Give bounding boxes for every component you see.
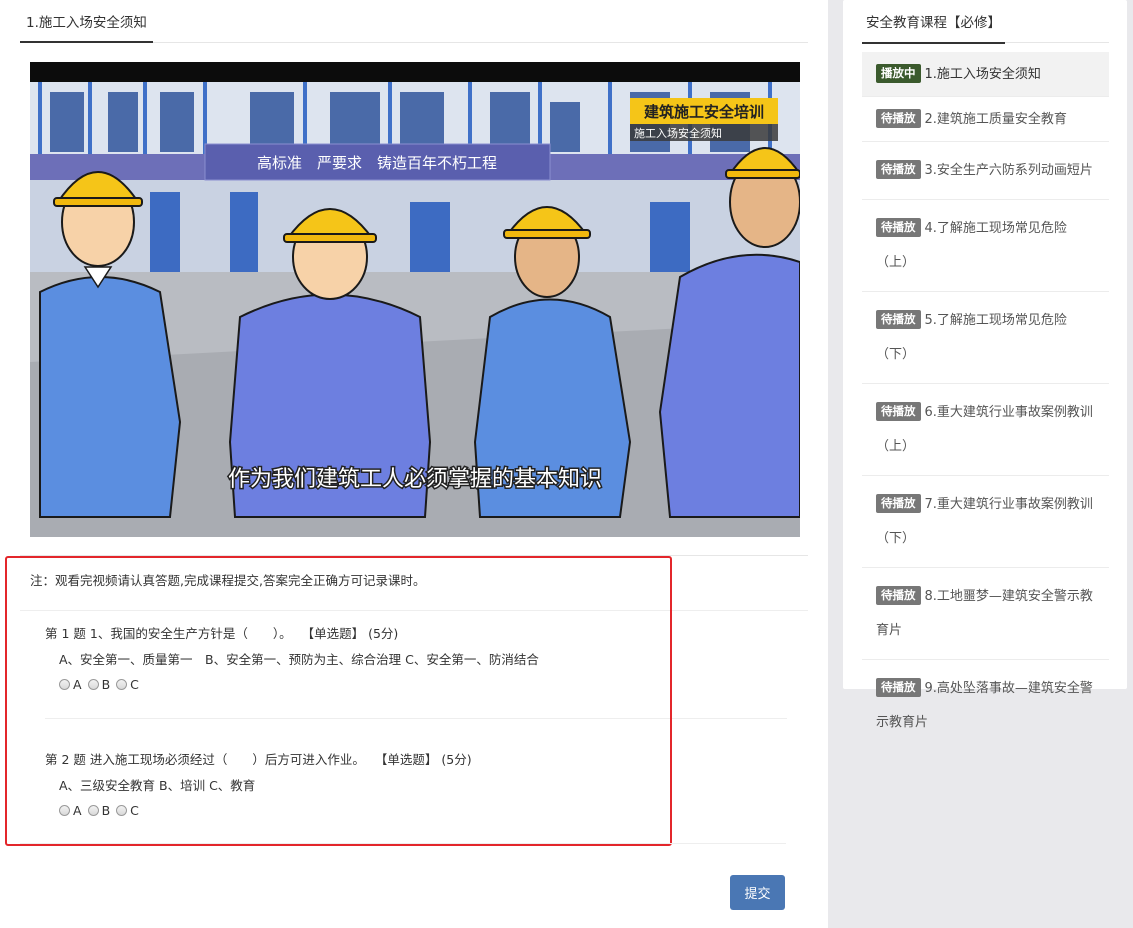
video-player[interactable]: 高标准 严要求 铸造百年不朽工程 建筑施工安全培训 施工入场安全须知 作为我们建…	[30, 62, 800, 537]
question-type: 【单选题】	[374, 752, 438, 767]
status-badge: 待播放	[876, 402, 921, 421]
answer-radio-c[interactable]: C	[116, 677, 139, 692]
status-badge: 待播放	[876, 678, 921, 697]
answer-label: A	[73, 803, 82, 818]
video-banner-text: 高标准 严要求 铸造百年不朽工程	[257, 154, 497, 172]
radio-circle-icon[interactable]	[59, 805, 70, 816]
main-tab-bar: 1.施工入场安全须知	[20, 0, 808, 43]
answer-radio-b[interactable]: B	[87, 677, 111, 692]
answer-group: A B C	[45, 803, 785, 818]
question-score: (5分)	[441, 752, 472, 767]
answer-label: C	[130, 677, 139, 692]
answer-radio-a[interactable]: A	[59, 677, 82, 692]
question-title: 第 1 题 1、我国的安全生产方针是（ ）。 【单选题】 (5分)	[45, 625, 785, 643]
main-panel: 1.施工入场安全须知 高标准 严要求 铸造百年不朽工程 建筑施工安全培训 施工入…	[0, 0, 828, 928]
status-badge: 待播放	[876, 218, 921, 237]
tab-current-lesson[interactable]: 1.施工入场安全须知	[20, 0, 153, 43]
course-item-2[interactable]: 待播放 2.建筑施工质量安全教育	[862, 97, 1109, 142]
radio-circle-icon[interactable]	[116, 805, 128, 816]
course-label: 3.安全生产六防系列动画短片	[924, 163, 1093, 178]
radio-circle-icon[interactable]	[87, 679, 99, 690]
status-badge: 待播放	[876, 310, 921, 329]
course-list: 播放中 1.施工入场安全须知 待播放 2.建筑施工质量安全教育 待播放 3.安全生产六…	[862, 52, 1109, 751]
sidebar-title: 安全教育课程【必修】	[862, 0, 1005, 44]
question-title: 第 2 题 进入施工现场必须经过（ ）后方可进入作业。 【单选题】 (5分)	[45, 751, 785, 769]
question-text: 第 2 题 进入施工现场必须经过（ ）后方可进入作业。	[45, 752, 365, 767]
course-item-7[interactable]: 待播放 7.重大建筑行业事故案例教训（下）	[862, 476, 1109, 568]
course-item-1[interactable]: 播放中 1.施工入场安全须知	[862, 52, 1109, 97]
answer-label: B	[101, 803, 111, 818]
radio-circle-icon[interactable]	[87, 805, 99, 816]
question-options: A、三级安全教育 B、培训 C、教育	[59, 778, 256, 793]
status-badge: 待播放	[876, 160, 921, 179]
course-item-3[interactable]: 待播放 3.安全生产六防系列动画短片	[862, 142, 1109, 200]
radio-circle-icon[interactable]	[59, 679, 70, 690]
course-sidebar: 安全教育课程【必修】 播放中 1.施工入场安全须知 待播放 2.建筑施工质量安全教育…	[843, 0, 1127, 730]
question-score: (5分)	[368, 626, 399, 641]
status-badge: 待播放	[876, 586, 921, 605]
course-item-9[interactable]: 待播放 9.高处坠落事故—建筑安全警示教育片	[862, 660, 1109, 751]
answer-label: C	[130, 803, 139, 818]
course-label: 1.施工入场安全须知	[924, 67, 1041, 82]
question-text: 第 1 题 1、我国的安全生产方针是（ ）。	[45, 626, 292, 641]
question-1: 第 1 题 1、我国的安全生产方针是（ ）。 【单选题】 (5分) A、安全第一…	[45, 625, 785, 692]
course-item-8[interactable]: 待播放 8.工地噩梦—建筑安全警示教育片	[862, 568, 1109, 660]
divider	[20, 843, 786, 844]
divider	[45, 718, 787, 719]
status-badge: 待播放	[876, 109, 921, 128]
answer-radio-a[interactable]: A	[59, 803, 82, 818]
video-caption: 作为我们建筑工人必须掌握的基本知识	[228, 467, 602, 492]
divider	[20, 610, 808, 611]
status-badge: 播放中	[876, 64, 921, 83]
submit-button[interactable]: 提交	[730, 875, 785, 910]
video-title-badge: 建筑施工安全培训	[644, 103, 764, 121]
course-label: 2.建筑施工质量安全教育	[924, 112, 1067, 127]
answer-group: A B C	[45, 677, 785, 692]
sidebar-header: 安全教育课程【必修】	[862, 0, 1109, 44]
answer-radio-c[interactable]: C	[116, 803, 139, 818]
course-item-5[interactable]: 待播放 5.了解施工现场常见危险（下）	[862, 292, 1109, 384]
status-badge: 待播放	[876, 494, 921, 513]
quiz-note: 注：观看完视频请认真答题,完成课程提交,答案完全正确方可记录课时。	[30, 573, 426, 588]
course-item-4[interactable]: 待播放 4.了解施工现场常见危险（上）	[862, 200, 1109, 292]
video-subtitle-badge: 施工入场安全须知	[634, 126, 722, 140]
answer-radio-b[interactable]: B	[87, 803, 111, 818]
question-2: 第 2 题 进入施工现场必须经过（ ）后方可进入作业。 【单选题】 (5分) A…	[45, 751, 785, 818]
answer-label: B	[101, 677, 111, 692]
question-options: A、安全第一、质量第一 B、安全第一、预防为主、综合治理 C、安全第一、防消结合	[59, 652, 539, 667]
answer-label: A	[73, 677, 82, 692]
radio-circle-icon[interactable]	[116, 679, 128, 690]
course-item-6[interactable]: 待播放 6.重大建筑行业事故案例教训（上）	[862, 384, 1109, 476]
video-frame: 高标准 严要求 铸造百年不朽工程 建筑施工安全培训 施工入场安全须知 作为我们建…	[30, 62, 800, 537]
question-type: 【单选题】	[301, 626, 365, 641]
divider	[20, 555, 808, 556]
